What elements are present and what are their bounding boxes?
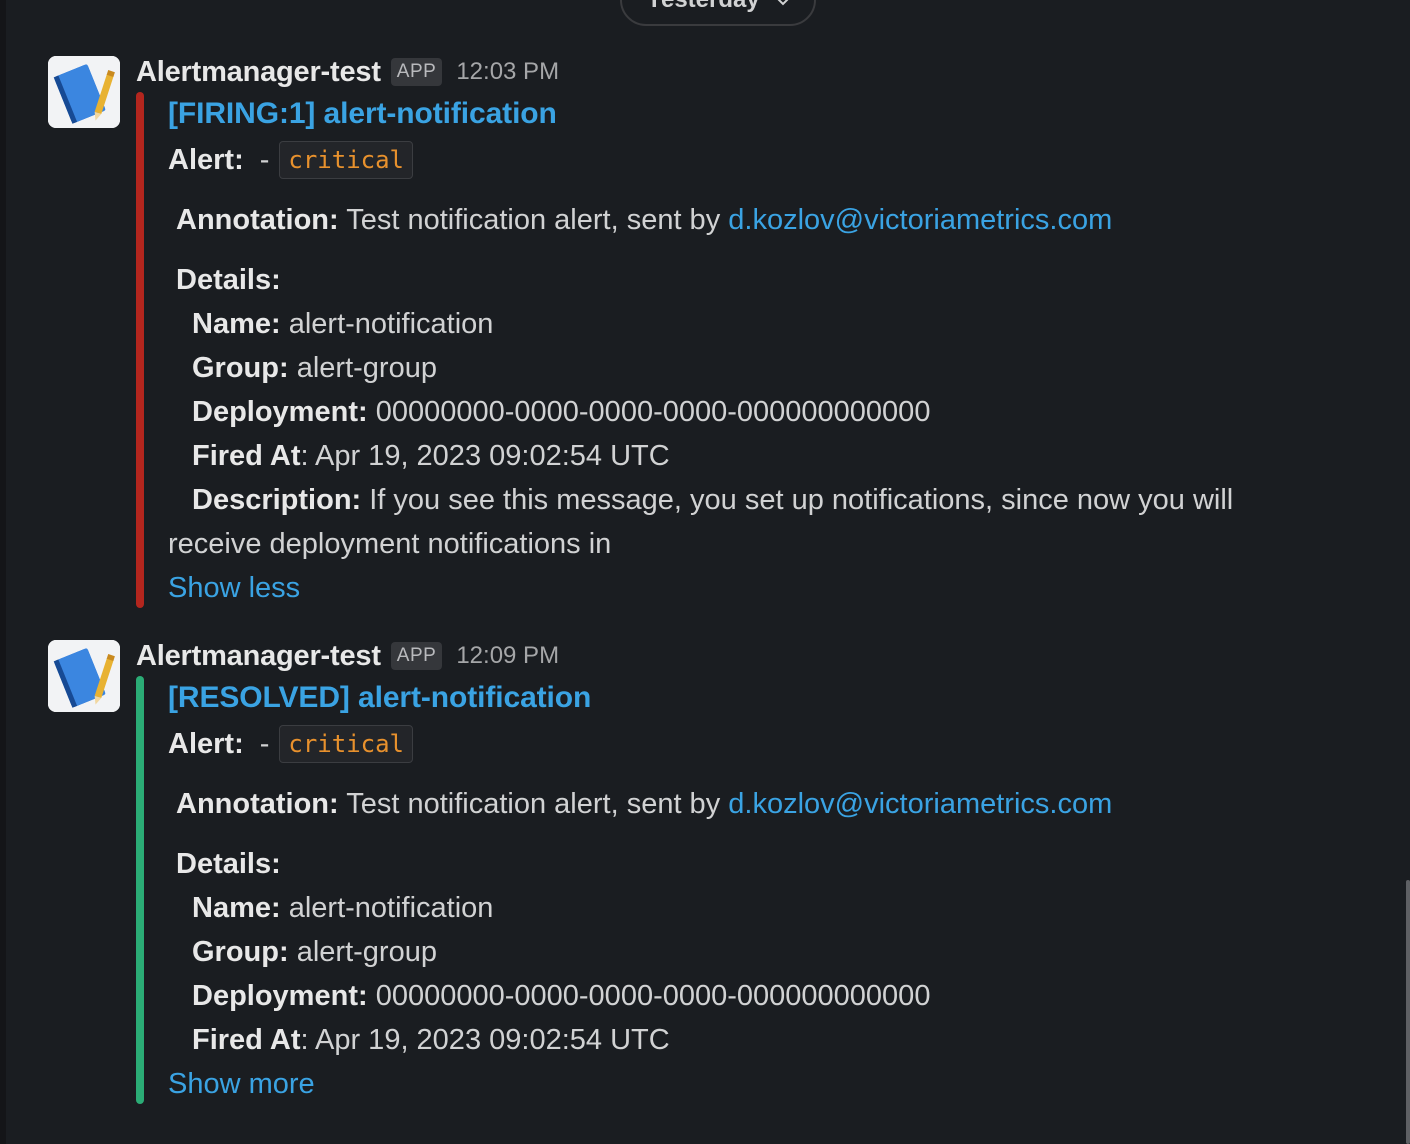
- day-divider-label: Yesterday: [646, 0, 759, 14]
- detail-group-value: alert-group: [296, 936, 437, 968]
- detail-fired-label: Fired At: [192, 1024, 301, 1056]
- annotation-label: Annotation:: [176, 204, 339, 236]
- avatar[interactable]: [48, 56, 120, 128]
- detail-group-line: Group: alert-group: [192, 932, 437, 972]
- detail-fired-value: : Apr 19, 2023 09:02:54 UTC: [300, 440, 670, 472]
- detail-description-value: If you see this message, you set up noti…: [369, 484, 1234, 516]
- detail-fired-line: Fired At: Apr 19, 2023 09:02:54 UTC: [192, 436, 670, 476]
- detail-group-line: Group: alert-group: [192, 348, 437, 388]
- alert-dash: -: [259, 728, 270, 760]
- left-edge: [0, 0, 6, 1144]
- alert-title-link[interactable]: [RESOLVED] alert-notification: [168, 678, 591, 718]
- timestamp[interactable]: 12:09 PM: [456, 642, 559, 670]
- app-badge: APP: [390, 58, 443, 86]
- show-more-button[interactable]: Show more: [168, 1064, 315, 1104]
- detail-group-label: Group:: [192, 352, 289, 384]
- avatar[interactable]: [48, 640, 120, 712]
- severity-code: critical: [279, 141, 413, 179]
- alert-line: Alert: - critical: [168, 140, 413, 180]
- scrollbar[interactable]: [1406, 880, 1410, 1144]
- detail-description-line: Description: If you see this message, yo…: [192, 480, 1233, 520]
- detail-fired-line: Fired At: Apr 19, 2023 09:02:54 UTC: [192, 1020, 670, 1060]
- detail-description-label: Description:: [192, 484, 362, 516]
- detail-name-label: Name:: [192, 308, 281, 340]
- chevron-down-icon: [776, 0, 790, 9]
- detail-deployment-value: 00000000-0000-0000-0000-000000000000: [375, 396, 931, 428]
- alert-dash: -: [259, 144, 270, 176]
- annotation-line: Annotation: Test notification alert, sen…: [176, 200, 1112, 240]
- detail-description-continued: receive deployment notifications in: [168, 528, 612, 560]
- detail-name-line: Name: alert-notification: [192, 304, 493, 344]
- alert-label: Alert:: [168, 144, 244, 176]
- detail-deployment-label: Deployment:: [192, 396, 368, 428]
- detail-name-label: Name:: [192, 892, 281, 924]
- email-link[interactable]: d.kozlov@victoriametrics.com: [728, 204, 1112, 236]
- attachment-color-bar: [136, 676, 144, 1104]
- notebook-icon: [48, 56, 120, 128]
- severity-code: critical: [279, 725, 413, 763]
- alert-attachment: [FIRING:1] alert-notification Alert: - c…: [136, 92, 1356, 608]
- alert-attachment: [RESOLVED] alert-notification Alert: - c…: [136, 676, 1356, 1104]
- annotation-line: Annotation: Test notification alert, sen…: [176, 784, 1112, 824]
- show-less-button[interactable]: Show less: [168, 568, 300, 608]
- details-label: Details:: [176, 264, 281, 296]
- sender-name[interactable]: Alertmanager-test: [136, 640, 381, 673]
- detail-group-value: alert-group: [296, 352, 437, 384]
- alert-title-link[interactable]: [FIRING:1] alert-notification: [168, 94, 557, 134]
- message-header: Alertmanager-test APP 12:09 PM: [136, 638, 559, 674]
- details-heading: Details:: [176, 260, 281, 300]
- sender-name[interactable]: Alertmanager-test: [136, 56, 381, 89]
- annotation-text: Test notification alert, sent by: [346, 788, 721, 820]
- day-divider[interactable]: Yesterday: [620, 0, 816, 26]
- detail-name-line: Name: alert-notification: [192, 888, 493, 928]
- annotation-text: Test notification alert, sent by: [346, 204, 721, 236]
- detail-fired-value: : Apr 19, 2023 09:02:54 UTC: [300, 1024, 670, 1056]
- detail-deployment-line: Deployment: 00000000-0000-0000-0000-0000…: [192, 392, 930, 432]
- detail-name-value: alert-notification: [288, 892, 494, 924]
- detail-group-label: Group:: [192, 936, 289, 968]
- detail-deployment-line: Deployment: 00000000-0000-0000-0000-0000…: [192, 976, 930, 1016]
- detail-deployment-value: 00000000-0000-0000-0000-000000000000: [375, 980, 931, 1012]
- alert-label: Alert:: [168, 728, 244, 760]
- detail-deployment-label: Deployment:: [192, 980, 368, 1012]
- detail-name-value: alert-notification: [288, 308, 494, 340]
- notebook-icon: [48, 640, 120, 712]
- annotation-label: Annotation:: [176, 788, 339, 820]
- app-badge: APP: [390, 642, 443, 670]
- attachment-color-bar: [136, 92, 144, 608]
- details-heading: Details:: [176, 844, 281, 884]
- message-header: Alertmanager-test APP 12:03 PM: [136, 54, 559, 90]
- details-label: Details:: [176, 848, 281, 880]
- timestamp[interactable]: 12:03 PM: [456, 58, 559, 86]
- email-link[interactable]: d.kozlov@victoriametrics.com: [728, 788, 1112, 820]
- detail-fired-label: Fired At: [192, 440, 301, 472]
- alert-line: Alert: - critical: [168, 724, 413, 764]
